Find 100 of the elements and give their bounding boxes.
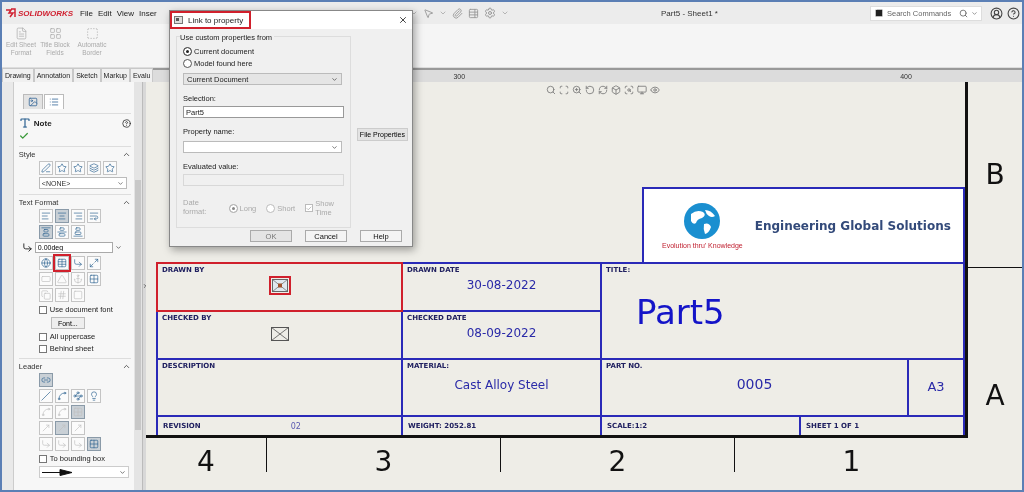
grid-icon [72, 407, 83, 417]
link-tool[interactable] [38, 373, 53, 387]
bulb-icon [88, 391, 99, 401]
star-icon [72, 163, 83, 173]
grid-tool[interactable] [86, 272, 101, 286]
help-icon[interactable] [122, 118, 131, 128]
panel-tab[interactable] [43, 94, 64, 109]
document-title: Part5 - Sheet1 * [660, 8, 719, 18]
panel-tab[interactable] [22, 94, 43, 109]
table-tool[interactable] [54, 256, 69, 270]
part-title: Part5 [636, 292, 726, 332]
empty-field-icon[interactable] [271, 279, 288, 292]
arrow-icon [56, 423, 67, 433]
star-tool[interactable] [70, 161, 85, 175]
title-block-cell: A3 [909, 360, 963, 415]
grid-tool[interactable] [86, 437, 101, 451]
layers-tool[interactable] [86, 161, 101, 175]
menu-item[interactable]: Inser [139, 8, 157, 18]
radio-button[interactable] [183, 47, 192, 56]
monitor-icon[interactable] [637, 85, 647, 95]
spline-icon [56, 391, 67, 401]
curve-icon [56, 407, 67, 417]
grid-icon [48, 27, 62, 40]
ok-icon[interactable] [18, 131, 29, 141]
table-icon[interactable] [468, 7, 479, 19]
user-icon[interactable] [990, 6, 1003, 20]
align-right-tool[interactable] [70, 209, 85, 223]
eye-icon[interactable] [650, 85, 660, 95]
collapse-icon[interactable] [122, 198, 131, 207]
layers-icon [88, 163, 99, 173]
globe-icon [40, 258, 51, 268]
window-icon [174, 16, 183, 24]
caret-icon [116, 179, 124, 187]
align-center-tool[interactable] [54, 209, 69, 223]
bulb-tool[interactable] [86, 389, 101, 403]
dashed-square-icon [85, 27, 99, 40]
logo-icon [5, 8, 16, 18]
arrow-style-select[interactable] [38, 466, 129, 478]
spinner-icon[interactable] [114, 244, 122, 251]
zoom-area-icon[interactable] [559, 85, 569, 95]
property-name-select[interactable] [183, 141, 342, 153]
align-middle-tool[interactable] [54, 225, 69, 239]
caret-icon[interactable] [971, 9, 978, 17]
diagonal-arrow-tool[interactable] [86, 256, 101, 270]
zoom-in-icon[interactable] [572, 85, 582, 95]
rotate-icon[interactable] [585, 85, 595, 95]
menu-item[interactable]: File [80, 8, 93, 18]
collapse-icon[interactable] [122, 362, 131, 371]
star-icon [56, 163, 67, 173]
star-tool[interactable] [54, 161, 69, 175]
radio-button[interactable] [183, 59, 192, 68]
globe-tool[interactable] [38, 256, 53, 270]
pointer-icon[interactable] [423, 7, 434, 19]
scrollbar[interactable] [134, 82, 142, 490]
caret-icon [118, 468, 126, 476]
align-left-tool[interactable] [38, 209, 53, 223]
align-top-tool[interactable] [38, 225, 53, 239]
paperclip-icon[interactable] [452, 7, 463, 19]
scan-icon[interactable] [624, 85, 634, 95]
pen-tool[interactable] [38, 161, 53, 175]
settings-icon[interactable] [484, 7, 496, 19]
check-icon [306, 204, 313, 212]
star-tool[interactable] [102, 161, 117, 175]
collapse-handle-icon[interactable] [141, 283, 148, 289]
corner-arrow-icon [72, 258, 83, 268]
search-icon[interactable] [959, 8, 968, 18]
link-icon [40, 375, 51, 385]
grid-icon [88, 274, 99, 284]
search-icon[interactable] [546, 85, 556, 95]
cube-icon[interactable] [611, 85, 621, 95]
line-tool[interactable] [38, 389, 53, 403]
star-icon [104, 163, 115, 173]
align-left-icon [40, 211, 51, 221]
image-icon [27, 97, 38, 107]
menu-item[interactable]: Edit [98, 8, 112, 18]
waypoints-tool[interactable] [70, 389, 85, 403]
pen-icon [40, 163, 51, 173]
empty-field-icon[interactable] [270, 327, 289, 341]
zone-label: 2 [608, 448, 627, 480]
zone-label: B [985, 160, 1005, 189]
line-icon [40, 391, 51, 401]
arrow-icon [72, 423, 83, 433]
wrap-text-tool[interactable] [86, 209, 101, 223]
zone-label: A [985, 382, 1005, 410]
caret-icon[interactable] [410, 9, 418, 17]
document-icon [14, 27, 28, 40]
menu-item[interactable]: View [116, 8, 134, 18]
company-name: Engineering Global Solutions [754, 218, 951, 233]
grid-icon [88, 439, 99, 449]
diagonal-arrow-icon [88, 258, 99, 268]
close-icon[interactable] [398, 15, 408, 25]
dialog-title: Link to property [170, 11, 252, 29]
caret-icon[interactable] [439, 9, 447, 17]
caret-icon[interactable] [501, 9, 509, 17]
collapse-icon[interactable] [122, 150, 131, 159]
help-icon[interactable] [1007, 6, 1020, 20]
terminal-icon [874, 8, 884, 18]
spline-tool[interactable] [54, 389, 69, 403]
align-bottom-tool[interactable] [70, 225, 85, 239]
refresh-icon[interactable] [598, 85, 608, 95]
